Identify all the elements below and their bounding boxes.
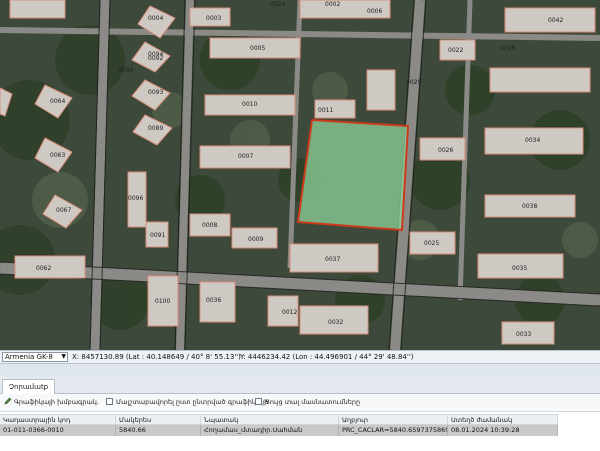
panel-splitter[interactable] (0, 364, 600, 376)
tab-results[interactable]: Չորամաtp (2, 379, 56, 394)
show-subdivisions-checkbox[interactable]: Ցույց տալ մասնատումները (255, 397, 360, 408)
zoom-to-selection-checkbox[interactable]: Մալշտաբավորել ըստ ընտրված գրաֆիկայի (106, 397, 268, 408)
parcel-label: 0022 (448, 47, 463, 54)
parcel-label: 0067 (56, 207, 71, 214)
crs-value: Armenia GK-8 (5, 353, 53, 361)
parcel-label: 0026 (438, 147, 453, 154)
parcel-label: 0091 (150, 232, 165, 239)
parcel-label: 0034 (525, 137, 540, 144)
zoom-to-selection-label: Մալշտաբավորել ըստ ընտրված գրաֆիկայի (116, 398, 269, 406)
parcel-label: 0096 (128, 195, 143, 202)
pencil-icon (4, 397, 12, 405)
tab-strip: Չորամաtp (0, 376, 600, 394)
map-view[interactable]: 0004 0003 0024 0022 0002 0094 0005 0006 … (0, 0, 600, 350)
table-cell: 08.01.2024 10:39:28 (448, 425, 558, 436)
parcel-label: 0042 (548, 17, 563, 24)
parcel-label: 0035 (512, 265, 527, 272)
crs-select[interactable]: Armenia GK-8 ▼ (2, 352, 68, 362)
parcel-label: 0003 (206, 15, 221, 22)
parcel-label: 0012 (282, 309, 297, 316)
parcel-label: 0024 (270, 1, 285, 8)
selected-parcel[interactable] (296, 118, 410, 232)
edit-graphics-label: Գրաֆիկայի խմբագրակ. (14, 398, 99, 406)
results-table: Կադաստրային կոդ Մակերես Նպատակ Աղբյուր Ս… (0, 412, 600, 451)
coordinates-bar: Armenia GK-8 ▼ X: 8457130.89 (Lat : 40.1… (0, 350, 600, 364)
checkbox-box[interactable] (255, 398, 262, 405)
parcel-label: 0062 (36, 265, 51, 272)
parcel-label: 0029 (406, 79, 421, 86)
panel-toolbar: Գրաֆիկայի խմբագրակ. Մալշտաբավորել ըստ ըն… (0, 394, 600, 412)
parcel-label: 0036 (206, 297, 221, 304)
table-cell: PRC_CACLAR=5840.65973758698 ... (339, 425, 448, 436)
chevron-down-icon: ▼ (61, 353, 66, 360)
parcel-label: 0064 (50, 98, 65, 105)
parcel-label: 0100 (155, 298, 170, 305)
parcel-label: 0005 (250, 45, 265, 52)
parcel-label: 0063 (50, 152, 65, 159)
parcel-label: 0033 (516, 331, 531, 338)
parcel-label: 0093 (148, 89, 163, 96)
parcel-label: 0002 (325, 1, 340, 8)
parcel-label: 0092 (148, 55, 163, 62)
parcel-label: 0006 (367, 8, 382, 15)
parcel-label: 0090 (118, 67, 133, 74)
coord-y-readout: Y: 4446234.42 (Lon : 44.496901 / 44° 29'… (240, 353, 414, 361)
parcel-label: 0004 (148, 15, 163, 22)
parcel-label: 0007 (238, 153, 253, 160)
edit-graphics-button[interactable]: Գրաֆիկայի խմբագրակ. (4, 397, 99, 408)
parcel-label: 0025 (424, 240, 439, 247)
parcel-label: 0038 (522, 203, 537, 210)
parcel-label: 0028 (500, 45, 515, 52)
parcel-label: 0008 (202, 222, 217, 229)
table-cell: 01-011-0366-0010 (0, 425, 116, 436)
parcel-label: 0032 (328, 319, 343, 326)
table-header: Կադաստրային կոդ Մակերես Նպատակ Աղբյուր Ս… (0, 414, 558, 426)
parcel-label: 0009 (248, 236, 263, 243)
coord-x-readout: X: 8457130.89 (Lat : 40.148649 / 40° 8' … (72, 353, 241, 361)
table-cell: 5840.66 (116, 425, 201, 436)
show-subdivisions-label: Ցույց տալ մասնատումները (265, 398, 361, 406)
info-panel: Չորամաtp Գրաֆիկայի խմբագրակ. Մալշտաբավոր… (0, 376, 600, 451)
table-cell: Հողամաս_մտադիր.Սահման (201, 425, 339, 436)
table-row[interactable]: 01-011-0366-0010 5840.66 Հողամաս_մտադիր.… (0, 425, 558, 436)
satellite-map: 0004 0003 0024 0022 0002 0094 0005 0006 … (0, 0, 600, 350)
parcel-label: 0037 (325, 256, 340, 263)
parcel-label: 0011 (318, 107, 333, 114)
parcel-label: 0089 (148, 125, 163, 132)
checkbox-box[interactable] (106, 398, 113, 405)
parcel-label: 0010 (242, 101, 257, 108)
